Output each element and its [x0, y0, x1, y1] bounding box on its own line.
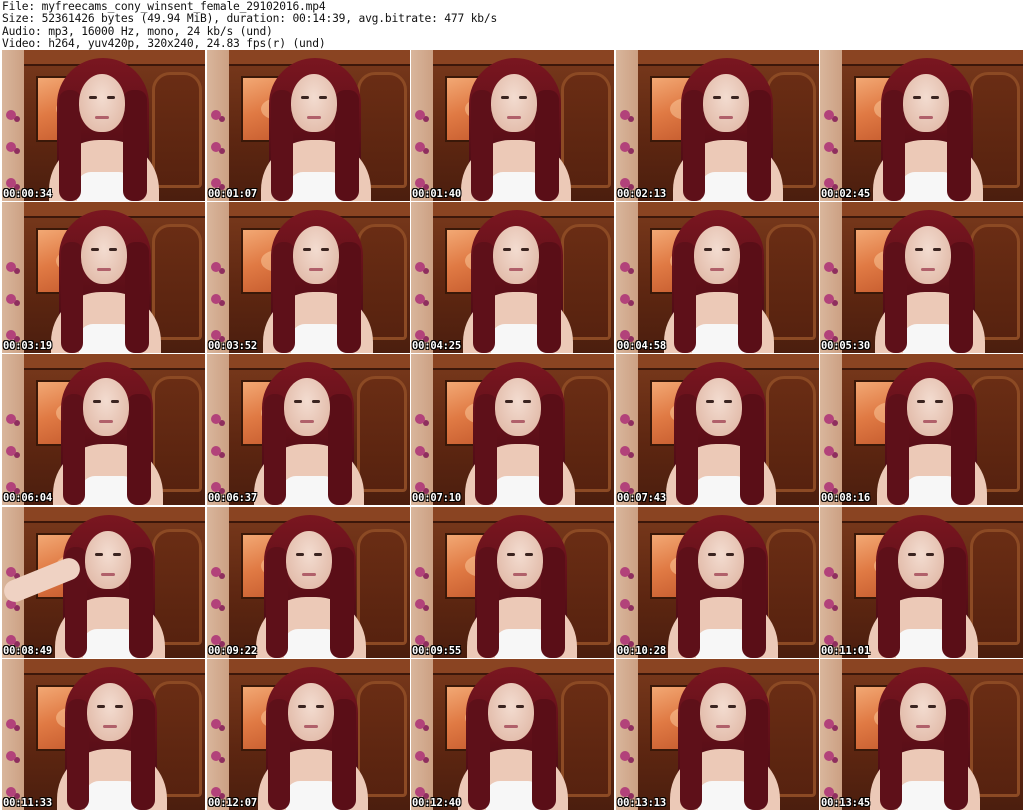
thumbnail-grid: 00:00:34 00:01:07 00:01:40 00:02:13 00:02:45… — [2, 50, 1023, 811]
thumbnail-timestamp: 00:11:33 — [3, 797, 52, 809]
video-thumbnail: 00:01:07 — [207, 50, 410, 201]
thumbnail-timestamp: 00:05:30 — [821, 340, 870, 352]
video-thumbnail: 00:12:40 — [411, 659, 614, 810]
video-info-line: Video: h264, yuv420p, 320x240, 24.83 fps… — [2, 36, 326, 50]
thumbnail-timestamp: 00:08:49 — [3, 645, 52, 657]
thumbnail-timestamp: 00:13:13 — [617, 797, 666, 809]
video-thumbnail: 00:07:10 — [411, 354, 614, 505]
video-thumbnail: 00:13:45 — [820, 659, 1023, 810]
video-thumbnail: 00:05:30 — [820, 202, 1023, 353]
file-info-header: File: myfreecams_cony_winsent_female_291… — [2, 0, 1022, 50]
thumbnail-timestamp: 00:09:55 — [412, 645, 461, 657]
thumbnail-timestamp: 00:01:40 — [412, 188, 461, 200]
video-thumbnail: 00:02:13 — [616, 50, 819, 201]
video-thumbnail: 00:13:13 — [616, 659, 819, 810]
thumbnail-timestamp: 00:07:10 — [412, 492, 461, 504]
thumbnail-timestamp: 00:09:22 — [208, 645, 257, 657]
thumbnail-timestamp: 00:04:25 — [412, 340, 461, 352]
thumbnail-timestamp: 00:06:37 — [208, 492, 257, 504]
thumbnail-timestamp: 00:03:19 — [3, 340, 52, 352]
video-thumbnail: 00:10:28 — [616, 507, 819, 658]
video-thumbnail: 00:08:16 — [820, 354, 1023, 505]
thumbnail-timestamp: 00:07:43 — [617, 492, 666, 504]
video-thumbnail: 00:08:49 — [2, 507, 205, 658]
video-thumbnail: 00:11:01 — [820, 507, 1023, 658]
video-thumbnail: 00:04:58 — [616, 202, 819, 353]
thumbnail-timestamp: 00:12:40 — [412, 797, 461, 809]
video-thumbnail: 00:01:40 — [411, 50, 614, 201]
thumbnail-timestamp: 00:01:07 — [208, 188, 257, 200]
thumbnail-timestamp: 00:08:16 — [821, 492, 870, 504]
thumbnail-timestamp: 00:13:45 — [821, 797, 870, 809]
video-thumbnail: 00:03:52 — [207, 202, 410, 353]
thumbnail-timestamp: 00:02:13 — [617, 188, 666, 200]
thumbnail-timestamp: 00:06:04 — [3, 492, 52, 504]
video-thumbnail: 00:12:07 — [207, 659, 410, 810]
thumbnail-timestamp: 00:12:07 — [208, 797, 257, 809]
thumbnail-timestamp: 00:11:01 — [821, 645, 870, 657]
video-thumbnail: 00:02:45 — [820, 50, 1023, 201]
video-thumbnail: 00:09:55 — [411, 507, 614, 658]
file-size-line: Size: 52361426 bytes (49.94 MiB), durati… — [2, 12, 498, 26]
video-thumbnail: 00:09:22 — [207, 507, 410, 658]
video-thumbnail: 00:11:33 — [2, 659, 205, 810]
thumbnail-timestamp: 00:10:28 — [617, 645, 666, 657]
thumbnail-timestamp: 00:02:45 — [821, 188, 870, 200]
thumbnail-timestamp: 00:00:34 — [3, 188, 52, 200]
video-thumbnail: 00:03:19 — [2, 202, 205, 353]
video-thumbnail: 00:07:43 — [616, 354, 819, 505]
video-thumbnail: 00:04:25 — [411, 202, 614, 353]
thumbnail-timestamp: 00:04:58 — [617, 340, 666, 352]
video-thumbnail: 00:00:34 — [2, 50, 205, 201]
video-thumbnail: 00:06:04 — [2, 354, 205, 505]
video-thumbnail: 00:06:37 — [207, 354, 410, 505]
thumbnail-timestamp: 00:03:52 — [208, 340, 257, 352]
